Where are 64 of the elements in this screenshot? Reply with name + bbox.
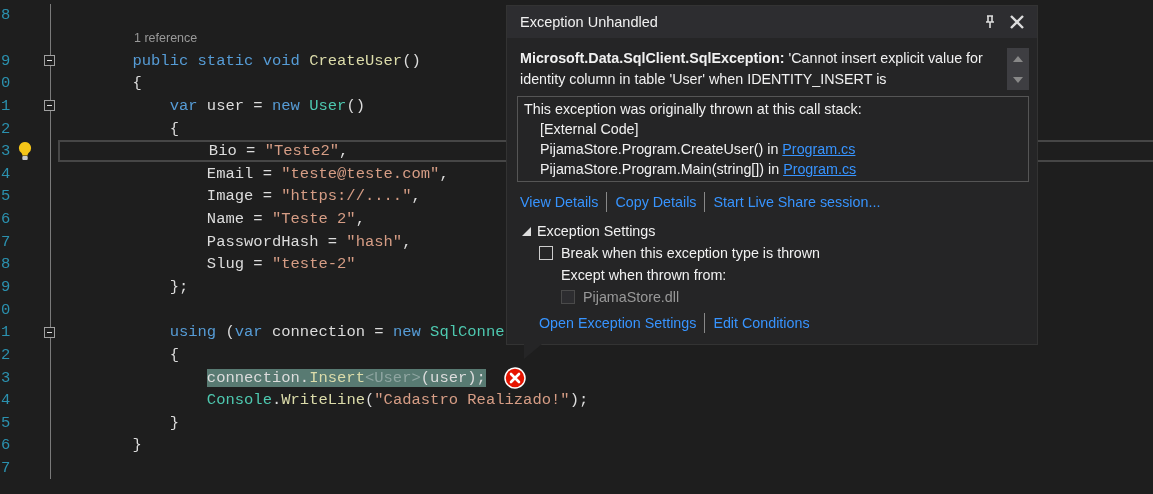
stack-frame: PijamaStore.Program.CreateUser() in bbox=[540, 141, 783, 157]
scroll-up-icon[interactable] bbox=[1013, 55, 1023, 62]
call-stack-heading: This exception was originally thrown at this call stack: bbox=[524, 100, 863, 119]
pin-icon[interactable] bbox=[985, 15, 995, 29]
code-line: { bbox=[169, 119, 179, 138]
code-line: }; bbox=[169, 278, 189, 296]
line-number: 9 bbox=[1, 278, 11, 296]
action-link[interactable]: View Details bbox=[520, 194, 599, 210]
exception-message: Microsoft.Data.SqlClient.SqlException: 'Cannot insert explicit value for identity column in table 'User' when IDENTITY_INSERT is bbox=[519, 49, 984, 89]
collapse-toggle[interactable] bbox=[44, 326, 55, 338]
code-line: Slug = "teste-2" bbox=[206, 255, 356, 274]
source-link[interactable]: Program.cs bbox=[783, 161, 857, 177]
source-link[interactable]: Program.cs bbox=[782, 141, 856, 157]
expander-icon[interactable] bbox=[522, 226, 531, 236]
section-title: Exception Settings bbox=[537, 222, 656, 241]
line-number: 0 bbox=[1, 74, 11, 93]
line-number: 8 bbox=[1, 6, 11, 25]
code-line: public static void CreateUser() bbox=[132, 51, 421, 70]
line-number: 7 bbox=[1, 232, 11, 251]
line-number: 5 bbox=[1, 413, 11, 432]
code-line: Name = "Teste 2", bbox=[206, 210, 365, 229]
close-icon[interactable] bbox=[1009, 14, 1025, 30]
code-line: Email = "teste@teste.com", bbox=[206, 164, 449, 183]
line-number: 6 bbox=[1, 436, 11, 455]
code-line: Bio = "Teste2", bbox=[208, 142, 349, 161]
reference-count[interactable]: 1 reference bbox=[134, 30, 198, 45]
stack-frame: PijamaStore.Program.Main(string[]) in bbox=[540, 161, 784, 177]
code-line: Console.WriteLine("Cadastro Realizado!"); bbox=[206, 391, 589, 410]
settings-link[interactable]: Open Exception Settings bbox=[539, 312, 697, 334]
code-line: { bbox=[169, 345, 179, 364]
code-line: } bbox=[132, 436, 142, 455]
scroll-down-icon[interactable] bbox=[1013, 76, 1023, 83]
message-scrollbar[interactable] bbox=[1007, 48, 1029, 90]
line-number: 2 bbox=[1, 345, 11, 364]
code-line: Image = "https://....", bbox=[206, 187, 421, 206]
code-line: PasswordHash = "hash", bbox=[206, 232, 412, 251]
action-link[interactable]: Copy Details bbox=[615, 194, 697, 210]
code-line: using (var connection = new SqlConne bbox=[169, 323, 505, 342]
line-number: 4 bbox=[1, 164, 11, 183]
line-number: 8 bbox=[1, 255, 11, 274]
checkbox-label: Break when this exception type is thrown bbox=[561, 244, 821, 263]
checkbox-label: PijamaStore.dll bbox=[583, 288, 680, 307]
line-number: 7 bbox=[1, 459, 11, 478]
line-number: 1 bbox=[1, 323, 11, 342]
action-link[interactable]: Start Live Share session... bbox=[713, 194, 881, 210]
collapse-toggle[interactable] bbox=[44, 100, 55, 112]
except-label: Except when thrown from: bbox=[561, 267, 727, 283]
stack-frame: [External Code] bbox=[540, 121, 639, 137]
code-line: } bbox=[169, 413, 179, 432]
settings-link[interactable]: Edit Conditions bbox=[713, 312, 810, 334]
code-line: { bbox=[132, 74, 142, 93]
line-number: 2 bbox=[1, 119, 11, 138]
line-number: 0 bbox=[1, 300, 11, 319]
code-line: var user = new User() bbox=[169, 96, 365, 115]
line-number: 6 bbox=[1, 210, 11, 229]
line-number: 3 bbox=[1, 368, 11, 387]
popup-title: Exception Unhandled bbox=[520, 14, 659, 30]
line-number: 4 bbox=[1, 391, 11, 410]
line-number: 9 bbox=[1, 51, 11, 70]
line-number: 5 bbox=[1, 187, 11, 206]
collapse-toggle[interactable] bbox=[44, 55, 55, 67]
line-number: 3 bbox=[1, 142, 11, 161]
lightbulb-icon[interactable] bbox=[17, 141, 32, 162]
line-number: 1 bbox=[1, 96, 11, 115]
